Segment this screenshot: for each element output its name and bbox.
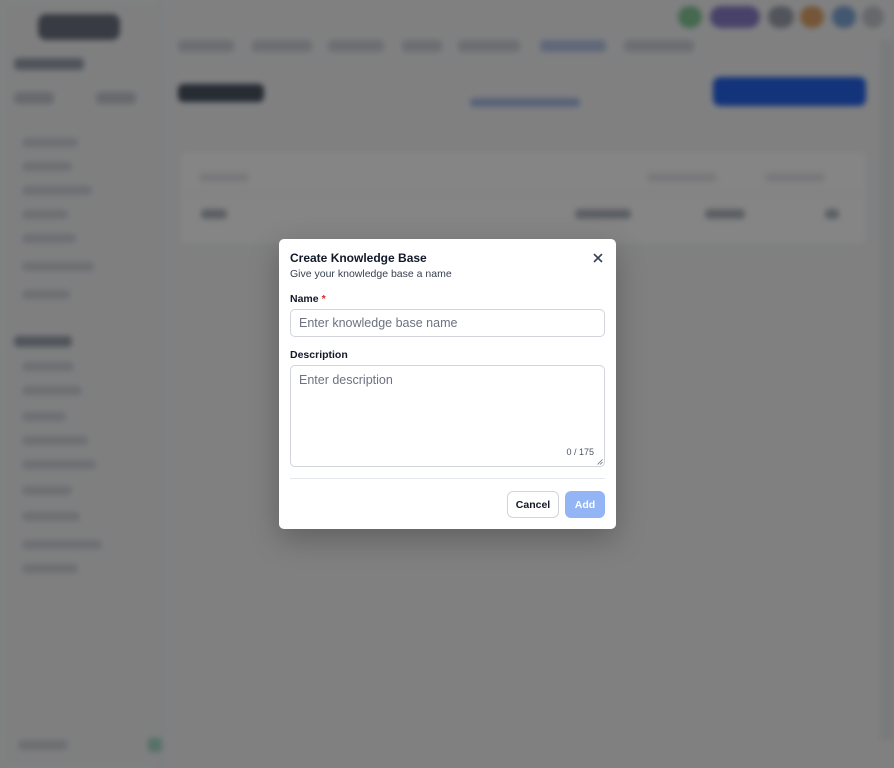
- add-button[interactable]: Add: [565, 491, 605, 518]
- resize-handle-icon[interactable]: [597, 459, 603, 465]
- name-label-text: Name: [290, 293, 319, 305]
- name-input[interactable]: [290, 309, 605, 337]
- cancel-button[interactable]: Cancel: [507, 491, 559, 518]
- close-button[interactable]: [590, 250, 606, 266]
- name-label: Name *: [290, 293, 326, 305]
- character-counter: 0 / 175: [566, 447, 594, 457]
- description-textarea[interactable]: [290, 365, 605, 467]
- dialog-subtitle: Give your knowledge base a name: [290, 268, 452, 280]
- create-knowledge-base-dialog: Create Knowledge Base Give your knowledg…: [279, 239, 616, 529]
- footer-divider: [290, 478, 605, 479]
- description-label: Description: [290, 349, 348, 361]
- close-icon: [593, 253, 603, 263]
- required-marker: *: [321, 293, 326, 305]
- dialog-title: Create Knowledge Base: [290, 251, 427, 265]
